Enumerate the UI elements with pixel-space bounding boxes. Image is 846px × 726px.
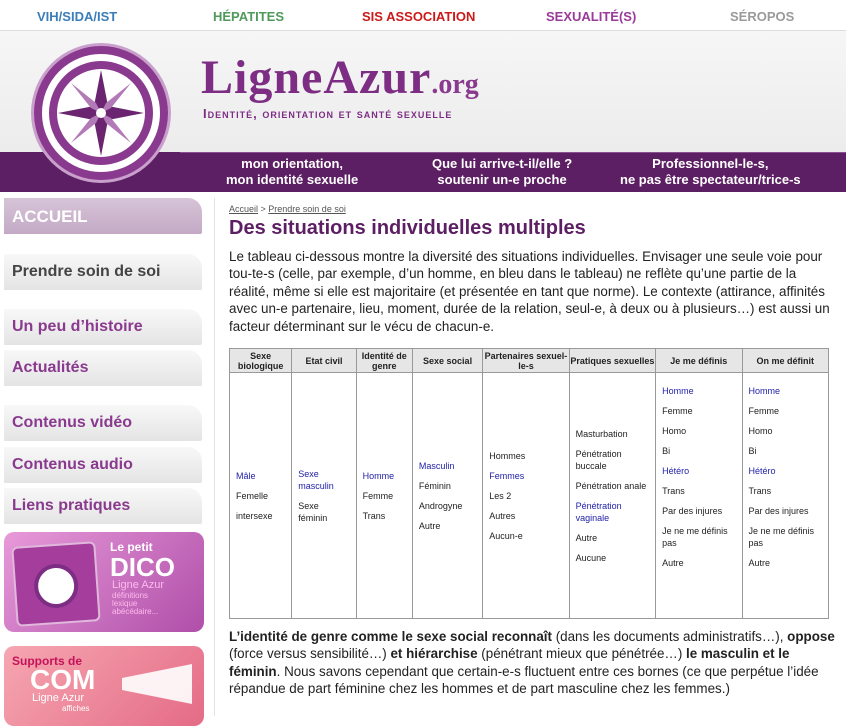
logo-compass-icon[interactable] bbox=[34, 46, 168, 180]
table-header-cell: On me définit bbox=[741, 348, 829, 373]
table-cell-item: Femmes bbox=[489, 470, 525, 481]
table-cell-item: Femme bbox=[662, 406, 693, 416]
table-cell: Homme Femme Homo Bi Hétéro Trans Par des injur… bbox=[741, 372, 829, 619]
table-header-cell: Identité de genre bbox=[355, 348, 413, 373]
table-cell-item: Aucune bbox=[575, 552, 607, 563]
sidebar-item-liens[interactable]: Liens pratiques bbox=[4, 488, 202, 524]
table-cell-item: Je ne me définis pas bbox=[748, 526, 815, 548]
intro-paragraph: Le tableau ci-dessous montre la diversit… bbox=[229, 249, 830, 334]
megaphone-icon bbox=[122, 664, 192, 704]
dico-brand: Ligne Azur bbox=[112, 579, 164, 591]
site-tagline: Identité, orientation et santé sexuelle bbox=[203, 106, 453, 121]
table-header-cell: Partenaires sexuel-le-s bbox=[482, 348, 570, 373]
table-cell-item: Hétéro bbox=[748, 466, 776, 476]
situations-table: Sexe biologique Etat civil Identité de gen… bbox=[228, 348, 829, 619]
table-cell-item: Pénétration vaginale bbox=[575, 500, 622, 523]
banner-link-proche[interactable]: Que lui arrive-t-il/elle ? soutenir un-e … bbox=[432, 156, 572, 188]
dico-desc: définitions lexique abécédaire... bbox=[112, 591, 159, 616]
table-cell-item: Hétéro bbox=[662, 466, 690, 476]
table-cell: Homme Femme Homo Bi Hétéro Trans Par des injur… bbox=[655, 372, 743, 619]
table-cell-item: Les 2 bbox=[489, 490, 512, 501]
table-cell-item: Masculin bbox=[418, 460, 455, 471]
table-cell-item: Homme bbox=[748, 386, 781, 396]
table-header-cell: Etat civil bbox=[291, 348, 357, 373]
top-navigation: VIH/SIDA/IST HÉPATITES SIS ASSOCIATION S… bbox=[0, 0, 846, 30]
table-cell-item: Bi bbox=[662, 446, 671, 456]
banner-link-professionnels[interactable]: Professionnel-le-s, ne pas être spectateu… bbox=[620, 156, 801, 188]
table-cell-item: Homo bbox=[748, 426, 773, 436]
com-promo[interactable]: Supports de COM Ligne Azur affiches bbox=[4, 646, 204, 726]
table-cell-item: Trans bbox=[362, 510, 386, 521]
nav-seropos[interactable]: SÉROPOS bbox=[730, 9, 794, 24]
table-cell-item: Autre bbox=[748, 558, 771, 568]
table-cell-item: intersexe bbox=[236, 510, 273, 521]
sidebar-item-prendre-soin[interactable]: Prendre soin de soi bbox=[4, 254, 202, 290]
sidebar-item-audio[interactable]: Contenus audio bbox=[4, 447, 202, 483]
banner-link-orientation[interactable]: mon orientation, mon identité sexuelle bbox=[226, 156, 358, 188]
table-cell-item: Sexe masculin bbox=[298, 468, 334, 491]
table-cell-item: Masturbation bbox=[575, 428, 628, 439]
sidebar-item-accueil[interactable]: ACCUEIL bbox=[4, 198, 202, 234]
table-cell: Masturbation Pénétration buccale Pénétrati… bbox=[568, 372, 657, 619]
table-header-row: Sexe biologique Etat civil Identité de gen… bbox=[228, 348, 829, 373]
nav-sis-association[interactable]: SIS ASSOCIATION bbox=[362, 9, 475, 24]
table-cell-item: Femme bbox=[748, 406, 780, 416]
main-content: Accueil > Prendre soin de soi Des situat… bbox=[214, 198, 846, 716]
table-cell-item: Autres bbox=[489, 510, 516, 521]
table-cell-item: Hommes bbox=[489, 450, 526, 461]
table-header-cell: Sexe biologique bbox=[228, 348, 293, 373]
table-cell: Mâle Femelle intersexe bbox=[228, 372, 293, 619]
table-cell-item: Autre bbox=[418, 520, 441, 531]
dico-promo[interactable]: Le petit DICO Ligne Azur définitions lexi… bbox=[4, 532, 204, 632]
nav-sexualites[interactable]: SEXUALITÉ(S) bbox=[546, 9, 636, 24]
sidebar: ACCUEIL Prendre soin de soi Un peu d’his… bbox=[0, 192, 210, 726]
sidebar-item-actualites[interactable]: Actualités bbox=[4, 350, 202, 386]
table-cell-item: Bi bbox=[748, 446, 757, 456]
site-brand[interactable]: LigneAzur.org bbox=[201, 50, 479, 105]
table-cell-item: Autre bbox=[575, 532, 598, 543]
brand-name: LigneAzur bbox=[201, 51, 432, 104]
book-icon bbox=[11, 541, 101, 627]
table-cell-item: Trans bbox=[662, 486, 685, 496]
nav-hepatites[interactable]: HÉPATITES bbox=[213, 9, 284, 24]
page-title: Des situations individuelles multiples bbox=[229, 217, 586, 239]
table-cell-item: Par des injures bbox=[662, 506, 723, 516]
table-cell: Masculin Féminin Androgyne Autre bbox=[411, 372, 484, 619]
breadcrumb-current[interactable]: Prendre soin de soi bbox=[268, 204, 346, 214]
table-cell-item: Homme bbox=[662, 386, 694, 396]
table-cell-item: Autre bbox=[662, 558, 684, 568]
breadcrumb: Accueil > Prendre soin de soi bbox=[229, 204, 346, 214]
table-cell-item: Féminin bbox=[418, 480, 451, 491]
table-cell-item: Homme bbox=[362, 470, 395, 481]
brand-domain: .org bbox=[431, 69, 479, 100]
table-cell-item: Androgyne bbox=[418, 500, 463, 511]
table-cell-item: Trans bbox=[748, 486, 772, 496]
sidebar-item-histoire[interactable]: Un peu d’histoire bbox=[4, 309, 202, 345]
table-cell: Homme Femme Trans bbox=[355, 372, 413, 619]
table-cell-item: Pénétration buccale bbox=[575, 448, 622, 471]
table-row: Mâle Femelle intersexe Sexe masculin Sexe fé… bbox=[228, 372, 829, 619]
table-cell-item: Pénétration anale bbox=[575, 480, 647, 491]
table-cell-item: Par des injures bbox=[748, 506, 809, 516]
table-header-cell: Sexe social bbox=[411, 348, 484, 373]
table-cell-item: Homo bbox=[662, 426, 687, 436]
breadcrumb-home[interactable]: Accueil bbox=[229, 204, 258, 214]
table-cell-item: Aucun-e bbox=[489, 530, 523, 541]
table-header-cell: Pratiques sexuelles bbox=[568, 348, 657, 373]
table-cell-item: Sexe féminin bbox=[298, 500, 328, 523]
table-header-cell: Je me définis bbox=[655, 348, 743, 373]
table-cell-item: Mâle bbox=[236, 470, 256, 481]
banner-navigation: mon orientation, mon identité sexuelle Qu… bbox=[180, 152, 846, 192]
table-cell: Sexe masculin Sexe féminin bbox=[291, 372, 357, 619]
table-cell-item: Femelle bbox=[236, 490, 269, 501]
table-cell-item: Femme bbox=[362, 490, 394, 501]
table-cell-item: Je ne me définis pas bbox=[662, 526, 728, 548]
nav-vih-sida-ist[interactable]: VIH/SIDA/IST bbox=[37, 9, 117, 24]
com-brand: Ligne Azur bbox=[32, 692, 84, 704]
sidebar-item-videos[interactable]: Contenus vidéo bbox=[4, 405, 202, 441]
table-cell: Hommes Femmes Les 2 Autres Aucun-e bbox=[482, 372, 570, 619]
com-desc: affiches bbox=[62, 704, 90, 713]
gender-paragraph: L’identité de genre comme le sexe social… bbox=[229, 629, 835, 697]
